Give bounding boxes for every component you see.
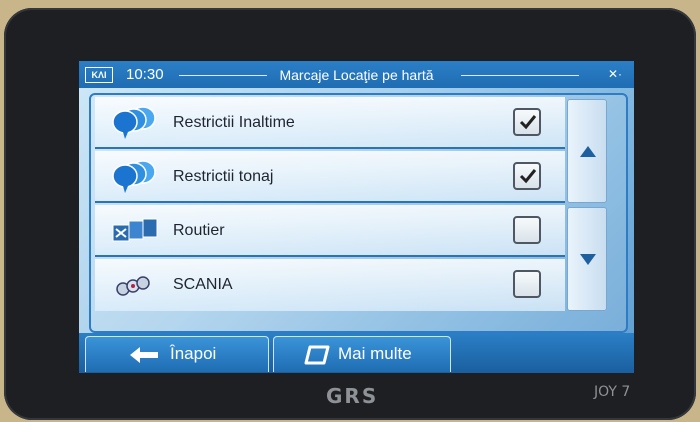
scroll-down-button[interactable] bbox=[567, 207, 607, 311]
more-button-label: Mai multe bbox=[338, 344, 412, 363]
routier-icon bbox=[112, 218, 158, 242]
list-item-label: SCANIA bbox=[173, 276, 233, 293]
list-item[interactable]: Restrictii Inaltime bbox=[95, 97, 565, 149]
checkbox-scania[interactable] bbox=[513, 270, 541, 298]
more-button[interactable]: Mai multe bbox=[273, 336, 451, 372]
arrow-left-icon bbox=[130, 347, 158, 363]
arrow-up-icon bbox=[580, 146, 596, 157]
arrow-down-icon bbox=[580, 254, 596, 265]
model-label: JOY 7 bbox=[594, 384, 631, 400]
list-item[interactable]: SCANIA bbox=[95, 259, 565, 311]
checkbox-restrictii-inaltime[interactable] bbox=[513, 108, 541, 136]
back-button[interactable]: Înapoi bbox=[85, 336, 269, 372]
list-item-label: Restrictii tonaj bbox=[173, 168, 274, 185]
bottom-toolbar: Înapoi Mai multe bbox=[79, 333, 634, 373]
screen: ΚΛΙ 10:30 Marcaje Locaţie pe hartă ✕· Re… bbox=[79, 61, 634, 373]
poi-list: Restrictii Inaltime Restrictii tonaj Rou… bbox=[89, 93, 628, 333]
list-item-label: Routier bbox=[173, 222, 225, 239]
blue-balloons-icon bbox=[112, 106, 156, 139]
gps-status-icon: ✕· bbox=[607, 67, 622, 81]
checkbox-routier[interactable] bbox=[513, 216, 541, 244]
status-bar: ΚΛΙ 10:30 Marcaje Locaţie pe hartă ✕· bbox=[79, 61, 634, 88]
more-icon bbox=[304, 345, 330, 365]
checkbox-restrictii-tonaj[interactable] bbox=[513, 162, 541, 190]
checkmark-icon bbox=[519, 169, 537, 184]
scrollbar bbox=[567, 93, 609, 315]
brand-logo: GRS bbox=[326, 384, 379, 408]
checkmark-icon bbox=[519, 115, 537, 130]
gps-device-bezel: ΚΛΙ 10:30 Marcaje Locaţie pe hartă ✕· Re… bbox=[4, 8, 696, 420]
list-item[interactable]: Routier bbox=[95, 205, 565, 257]
scroll-up-button[interactable] bbox=[567, 99, 607, 203]
list-item-label: Restrictii Inaltime bbox=[173, 114, 295, 131]
scania-icon bbox=[116, 276, 150, 296]
list-item[interactable]: Restrictii tonaj bbox=[95, 151, 565, 203]
back-button-label: Înapoi bbox=[170, 344, 217, 363]
blue-balloons-icon bbox=[112, 160, 156, 193]
title-divider-right bbox=[461, 75, 579, 76]
